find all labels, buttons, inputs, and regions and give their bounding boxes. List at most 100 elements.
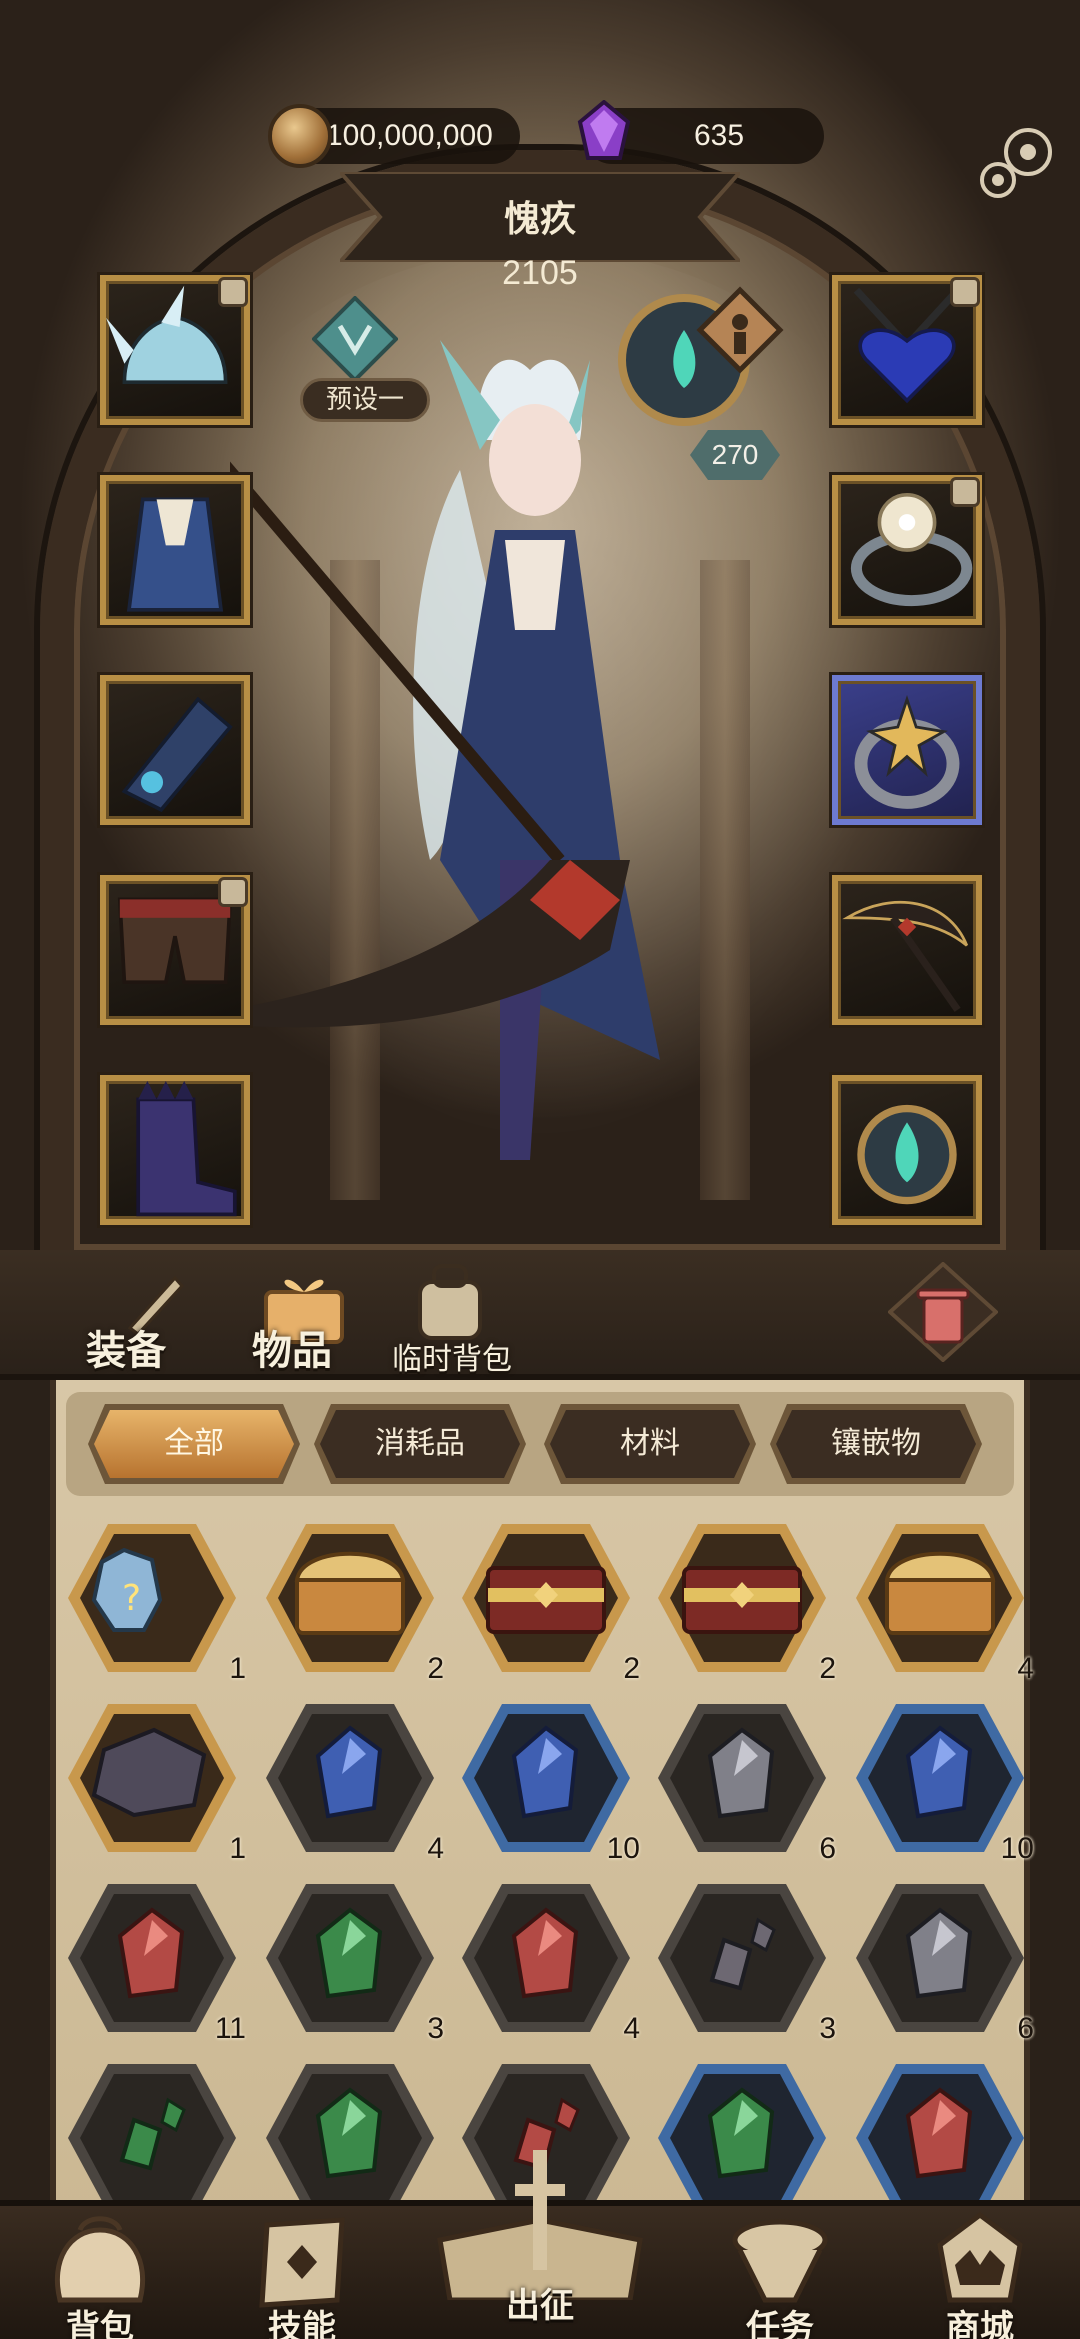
bracelet-slot[interactable]: [832, 475, 982, 625]
inventory-item[interactable]: 1: [64, 1700, 246, 1865]
spirit-emblem-icon: [857, 1104, 957, 1205]
item-count: 10: [1000, 1832, 1034, 1865]
green-shard-icon: [68, 2064, 236, 2212]
boots-slot[interactable]: [100, 1075, 250, 1225]
gem-counter: 635: [577, 100, 824, 164]
inventory-item[interactable]: 11: [64, 1880, 246, 2045]
tab-equipment[interactable]: 装备: [86, 1318, 166, 1376]
subtab-inlays[interactable]: 镶嵌物: [776, 1410, 976, 1478]
inventory-item[interactable]: ? 1: [64, 1520, 246, 1685]
item-count: 1: [229, 1652, 246, 1685]
item-count: 3: [427, 2012, 444, 2045]
lock-icon: [218, 277, 248, 307]
gray-gem-icon: [658, 1704, 826, 1852]
green-gem-icon: [266, 1884, 434, 2032]
lock-icon: [950, 477, 980, 507]
gold-chest-icon: [266, 1524, 434, 1672]
nav-quests[interactable]: 任务: [700, 2210, 860, 2339]
scythe-icon: [842, 900, 969, 1012]
blue-gem-icon: [266, 1704, 434, 1852]
coin-icon: [268, 104, 332, 168]
nav-shop-label: 商城: [946, 2308, 1014, 2339]
nav-bag-label: 背包: [66, 2308, 134, 2339]
nav-skills[interactable]: 技能: [222, 2210, 382, 2339]
bag-icon: [54, 2216, 146, 2303]
gloves-slot[interactable]: [100, 675, 250, 825]
lock-icon: [950, 277, 980, 307]
inventory-item[interactable]: 2: [458, 1520, 640, 1685]
inventory-item[interactable]: 2: [262, 1520, 444, 1685]
inventory-item[interactable]: 3: [262, 1880, 444, 2045]
item-count: 6: [819, 1832, 836, 1865]
item-count: 2: [427, 1652, 444, 1685]
nav-expedition[interactable]: 出征: [430, 2150, 650, 2339]
gray-shard-icon: [658, 1884, 826, 2032]
subtab-all[interactable]: 全部: [94, 1410, 294, 1478]
inventory-item[interactable]: 10: [458, 1700, 640, 1865]
inventory-item[interactable]: [64, 2060, 240, 2216]
subtab-materials[interactable]: 材料: [550, 1410, 750, 1478]
gem-amount: 635: [693, 119, 745, 152]
nav-quests-label: 任务: [746, 2308, 814, 2339]
ring-slot[interactable]: [832, 675, 982, 825]
necklace-slot[interactable]: [832, 275, 982, 425]
armor-slot[interactable]: [100, 475, 250, 625]
shop-crown-icon: [937, 2211, 1023, 2303]
item-count: 4: [427, 1832, 444, 1865]
item-count: 4: [623, 2012, 640, 2045]
robe-armor-icon: [126, 497, 224, 612]
red-gem-icon: [462, 1884, 630, 2032]
emblem-slot[interactable]: [832, 1075, 982, 1225]
inventory-item[interactable]: 2: [654, 1520, 836, 1685]
tab-items[interactable]: 物品: [252, 1318, 332, 1376]
subtab-consumables[interactable]: 消耗品: [320, 1410, 520, 1478]
gauntlet-icon: [121, 696, 233, 813]
backpack-icon: [418, 1264, 482, 1340]
purple-gem-icon: [577, 100, 631, 160]
nav-skills-label: 技能: [268, 2308, 336, 2339]
quest-scroll-icon: [732, 2219, 828, 2303]
item-count: 2: [623, 1652, 640, 1685]
tab-temp-bag[interactable]: 临时背包: [392, 1334, 512, 1378]
inventory-item[interactable]: 10: [852, 1700, 1034, 1865]
green-gem-icon: [658, 2064, 826, 2212]
red-gem-icon: [68, 1884, 236, 2032]
gray-gem-icon: [856, 1884, 1024, 2032]
weapon-slot[interactable]: [832, 875, 982, 1025]
item-count: 11: [214, 2012, 246, 2045]
item-count: 10: [606, 1832, 640, 1865]
nav-bag[interactable]: 背包: [20, 2210, 180, 2339]
inventory-item[interactable]: 6: [654, 1700, 836, 1865]
lock-icon: [218, 877, 248, 907]
svg-text:?: ?: [122, 1578, 141, 1619]
inventory-item[interactable]: 6: [852, 1880, 1034, 2045]
item-count: 2: [819, 1652, 836, 1685]
trash-icon[interactable]: [888, 1262, 998, 1362]
helmet-slot[interactable]: [100, 275, 250, 425]
spiked-boots-icon: [136, 1081, 237, 1217]
inventory-item[interactable]: 4: [852, 1520, 1034, 1685]
item-count: 6: [1017, 2012, 1034, 2045]
nav-expedition-label: 出征: [506, 2286, 574, 2326]
nav-shop[interactable]: 商城: [900, 2210, 1060, 2339]
gold-amount: 100,000,000: [326, 119, 493, 152]
red-gem-icon: [856, 2064, 1024, 2212]
gold-counter: 100,000,000: [268, 104, 520, 168]
red-chest-icon: [462, 1524, 630, 1672]
inventory-item[interactable]: 4: [458, 1880, 640, 2045]
green-gem-icon: [266, 2064, 434, 2212]
inventory-item[interactable]: [654, 2060, 830, 2216]
inventory-item[interactable]: [852, 2060, 1028, 2216]
item-count: 1: [229, 1832, 246, 1865]
hero-character[interactable]: [230, 300, 850, 1180]
dark-ore-icon: [68, 1704, 236, 1852]
inventory-item[interactable]: 3: [654, 1880, 836, 2045]
item-count: 4: [1017, 1652, 1034, 1685]
character-name: 愧疚: [503, 199, 576, 240]
gold-chest-icon: [856, 1524, 1024, 1672]
pants-slot[interactable]: [100, 875, 250, 1025]
inventory-item[interactable]: [262, 2060, 438, 2216]
star-ring-icon: [854, 695, 960, 809]
skill-book-icon: [259, 2217, 345, 2308]
inventory-item[interactable]: 4: [262, 1700, 444, 1865]
